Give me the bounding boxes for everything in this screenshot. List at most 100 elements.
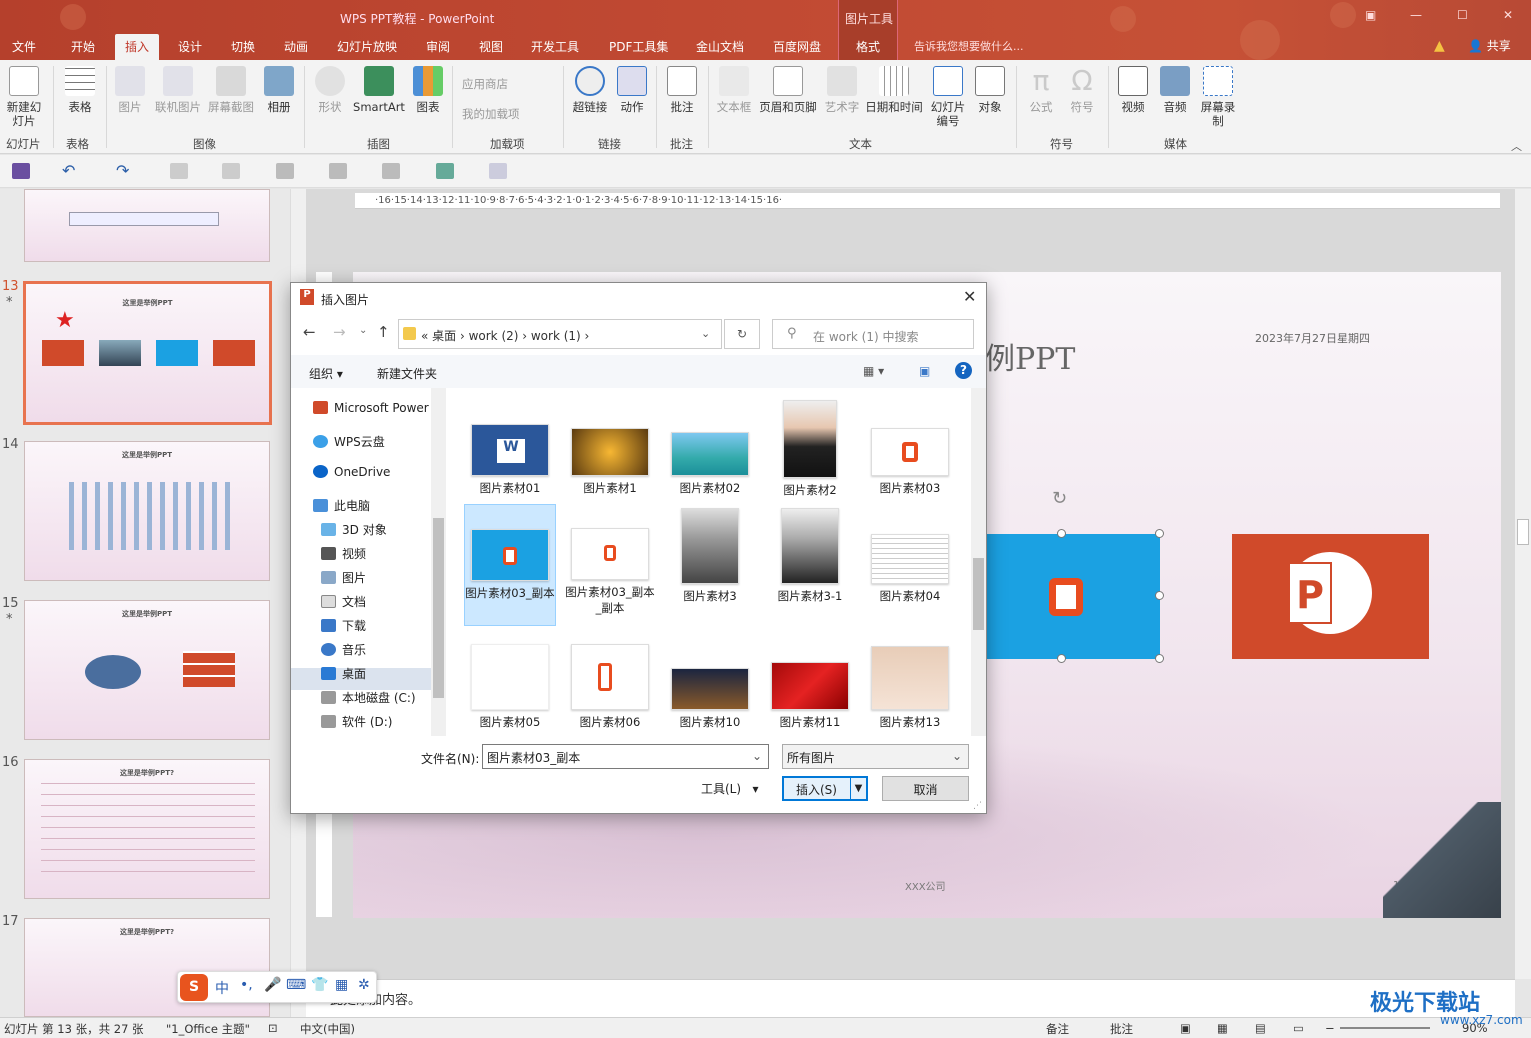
resize-handle[interactable] — [1057, 529, 1066, 538]
resize-grip-icon[interactable]: ⋰ — [973, 801, 982, 811]
nav-scroll-thumb[interactable] — [433, 518, 444, 698]
tab-insert[interactable]: 插入 — [115, 34, 160, 60]
powerpoint-logo-picture[interactable]: P — [1232, 534, 1429, 659]
language[interactable]: 中文(中国) — [300, 1021, 355, 1037]
tab-slideshow[interactable]: 幻灯片放映 — [337, 38, 397, 55]
tab-baidu-netdisk[interactable]: 百度网盘 — [773, 38, 821, 55]
keyboard-icon[interactable]: ⌨ — [286, 977, 306, 993]
filetype-select[interactable]: 所有图片 ⌄ — [782, 744, 969, 769]
new-slide-button[interactable]: 新建幻灯片 — [2, 64, 46, 128]
textbox-button[interactable]: 文本框 — [714, 64, 754, 114]
forward-arrow-icon[interactable]: → — [333, 323, 346, 341]
qat-tool-2-icon[interactable] — [222, 163, 240, 179]
table-button[interactable]: 表格 — [58, 64, 102, 114]
toolbox-icon[interactable]: ▦ — [335, 977, 348, 993]
qat-tool-5-icon[interactable] — [436, 163, 454, 179]
file-item[interactable]: 图片素材11 — [764, 662, 856, 730]
file-item[interactable]: W 图片素材01 — [464, 424, 556, 496]
file-item[interactable]: 图片素材02 — [664, 432, 756, 496]
punctuation-icon[interactable]: •, — [240, 977, 253, 993]
screen-record-button[interactable]: 屏幕录制 — [1198, 64, 1238, 128]
file-item[interactable]: 图片素材03 — [864, 428, 956, 496]
spellcheck-icon[interactable]: ⊡ — [268, 1021, 278, 1035]
comment-button[interactable]: 批注 — [662, 64, 702, 114]
nav-microsoft-powerpoint[interactable]: Microsoft Power — [313, 401, 429, 415]
file-item-selected[interactable]: 图片素材03_副本 — [464, 504, 556, 626]
picture-button[interactable]: 图片 — [110, 64, 150, 114]
collapse-ribbon-icon[interactable]: ︿ — [1511, 138, 1522, 154]
resize-handle[interactable] — [1155, 529, 1164, 538]
slide-company[interactable]: XXX公司 — [905, 878, 946, 893]
file-item[interactable]: 图片素材03_副本_副本 — [564, 528, 656, 616]
smartart-button[interactable]: SmartArt — [350, 64, 408, 114]
ime-mode[interactable]: 中 — [215, 978, 229, 998]
undo-icon[interactable]: ↶ — [62, 161, 75, 180]
new-folder-button[interactable]: 新建文件夹 — [377, 365, 437, 382]
editor-scrollbar[interactable] — [1515, 189, 1531, 979]
redo-icon[interactable]: ↷ — [116, 161, 129, 180]
help-icon[interactable]: ? — [955, 362, 972, 379]
symbol-button[interactable]: Ω 符号 — [1063, 64, 1101, 115]
file-item[interactable]: 图片素材1 — [564, 428, 656, 496]
file-item[interactable]: 图片素材13 — [864, 646, 956, 730]
file-item[interactable]: 图片素材04 — [864, 534, 956, 604]
qat-tool-3-icon[interactable] — [276, 163, 294, 179]
normal-view-icon[interactable]: ▣ — [1180, 1021, 1191, 1035]
screenshot-button[interactable]: 屏幕截图 — [205, 64, 257, 114]
file-item[interactable]: 图片素材06 — [564, 644, 656, 730]
back-arrow-icon[interactable]: ← — [303, 323, 316, 341]
office-logo-picture[interactable] — [986, 534, 1160, 659]
video-button[interactable]: 视频 — [1114, 64, 1152, 114]
online-picture-button[interactable]: 联机图片 — [152, 64, 204, 114]
address-bar[interactable]: « 桌面 › work (2) › work (1) › ⌄ — [398, 319, 722, 349]
warning-icon[interactable]: ▲ — [1434, 38, 1445, 54]
slide-number-button[interactable]: 幻灯片编号 — [928, 64, 968, 128]
date-time-button[interactable]: 日期和时间 — [863, 64, 925, 114]
my-addins-button[interactable]: 我的加载项 — [462, 106, 520, 122]
tab-developer[interactable]: 开发工具 — [531, 38, 579, 55]
zoom-out-icon[interactable]: − — [1325, 1021, 1335, 1035]
nav-videos[interactable]: 视频 — [321, 545, 366, 562]
file-scroll-thumb[interactable] — [973, 558, 984, 630]
address-dropdown-icon[interactable]: ⌄ — [701, 327, 710, 340]
tab-review[interactable]: 审阅 — [426, 38, 450, 55]
insert-dropdown-icon[interactable]: ▼ — [850, 778, 866, 799]
cancel-button[interactable]: 取消 — [882, 776, 969, 801]
save-icon[interactable] — [12, 163, 30, 179]
slide-title[interactable]: 例PPT — [985, 334, 1075, 378]
file-item[interactable]: 图片素材3-1 — [764, 508, 856, 604]
tab-home[interactable]: 开始 — [71, 38, 95, 55]
nav-desktop[interactable]: 桌面 — [321, 665, 366, 682]
insert-button[interactable]: 插入(S) ▼ — [782, 776, 868, 801]
nav-scrollbar[interactable] — [431, 388, 446, 736]
file-item[interactable]: 图片素材10 — [664, 668, 756, 730]
nav-onedrive[interactable]: OneDrive — [313, 465, 390, 479]
chevron-down-icon[interactable]: ⌄ — [752, 749, 762, 763]
qat-tool-1-icon[interactable] — [170, 163, 188, 179]
up-arrow-icon[interactable]: ↑ — [377, 323, 390, 341]
microphone-icon[interactable]: 🎤 — [264, 977, 281, 993]
minimize-button[interactable]: — — [1410, 8, 1422, 22]
nav-pictures[interactable]: 图片 — [321, 569, 366, 586]
scroll-thumb[interactable] — [1517, 519, 1529, 545]
file-item[interactable]: 图片素材3 — [664, 508, 756, 604]
tab-file[interactable]: 文件 — [12, 38, 36, 55]
recent-dropdown-icon[interactable]: ⌄ — [359, 325, 367, 336]
sorter-view-icon[interactable]: ▦ — [1217, 1021, 1228, 1035]
nav-local-disk-c[interactable]: 本地磁盘 (C:) — [321, 689, 416, 706]
filename-input[interactable]: 图片素材03_副本 ⌄ — [482, 744, 769, 769]
slide-thumb-12[interactable] — [24, 189, 270, 262]
restore-ribbon-icon[interactable]: ▣ — [1365, 8, 1376, 22]
qat-tool-6-icon[interactable] — [489, 163, 507, 179]
organize-button[interactable]: 组织 ▾ — [309, 365, 343, 382]
equation-button[interactable]: π 公式 — [1022, 64, 1060, 115]
nav-downloads[interactable]: 下载 — [321, 617, 366, 634]
file-item[interactable]: 图片素材2 — [764, 400, 856, 498]
slide-thumb-16[interactable]: 这里是举例PPT? — [24, 759, 270, 899]
slide-thumb-14[interactable]: 这里是举例PPT — [24, 441, 270, 581]
nav-software-d[interactable]: 软件 (D:) — [321, 713, 392, 730]
notes-pane[interactable]: 此处添加内容。 — [306, 979, 1515, 1017]
slide-date[interactable]: 2023年7月27日星期四 — [1255, 330, 1370, 346]
file-item[interactable]: 图片素材05 — [464, 644, 556, 730]
reading-view-icon[interactable]: ▤ — [1255, 1021, 1266, 1035]
